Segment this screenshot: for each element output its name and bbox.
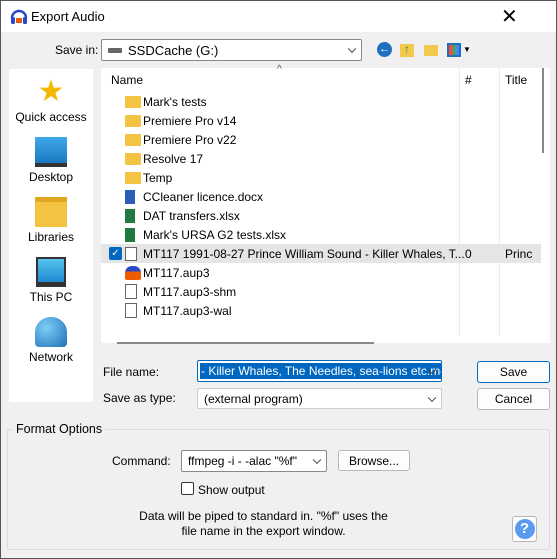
file-row[interactable]: Premiere Pro v22 — [101, 130, 541, 149]
save-in-dropdown[interactable]: SSDCache (G:) — [101, 39, 362, 61]
file-list[interactable]: ^ Name # Title Mark's tests Premiere Pro … — [101, 64, 550, 343]
file-name: Mark's tests — [143, 94, 207, 109]
desktop-icon — [35, 137, 67, 167]
column-header-track[interactable]: # — [465, 73, 472, 87]
audacity-file-icon — [125, 266, 141, 280]
file-icon — [125, 303, 137, 318]
media-file-icon — [125, 247, 137, 261]
info-line-2: file name in the export window. — [181, 524, 346, 538]
file-name: Temp — [143, 170, 173, 185]
show-output-label[interactable]: Show output — [198, 483, 265, 497]
command-value: ffmpeg -i - -alac "%f" — [188, 454, 297, 468]
command-dropdown[interactable]: ffmpeg -i - -alac "%f" — [181, 450, 327, 472]
file-name: Mark's URSA G2 tests.xlsx — [143, 227, 286, 242]
browse-button[interactable]: Browse... — [338, 450, 410, 471]
word-doc-icon — [125, 190, 135, 204]
place-network[interactable]: Network — [9, 317, 93, 364]
save-in-value: SSDCache (G:) — [128, 42, 219, 58]
cancel-button[interactable]: Cancel — [477, 388, 550, 410]
file-icon — [125, 284, 137, 299]
file-name: Premiere Pro v22 — [143, 132, 237, 147]
format-options-legend: Format Options — [13, 422, 106, 436]
file-name-input[interactable]: - Killer Whales, The Needles, sea-lions … — [197, 360, 442, 382]
file-name-label: File name: — [103, 365, 160, 379]
drive-icon — [108, 47, 122, 53]
show-output-checkbox[interactable] — [181, 482, 194, 495]
save-button[interactable]: Save — [477, 361, 550, 383]
file-name: Resolve 17 — [143, 151, 204, 166]
file-title: Princ — [505, 246, 533, 261]
horizontal-scrollbar[interactable] — [117, 342, 374, 344]
place-label: Desktop — [28, 170, 74, 184]
file-row[interactable]: DAT transfers.xlsx — [101, 206, 541, 225]
place-label: Network — [28, 350, 73, 364]
new-folder-icon[interactable] — [424, 45, 438, 56]
save-type-label: Save as type: — [103, 391, 176, 405]
file-track: 0 — [465, 246, 472, 261]
command-label: Command: — [112, 454, 171, 468]
caret-down-icon[interactable]: ▼ — [463, 45, 471, 54]
folder-icon — [125, 134, 141, 146]
column-header-title[interactable]: Title — [505, 73, 527, 87]
libraries-icon — [35, 197, 67, 227]
back-icon[interactable]: ← — [377, 42, 392, 57]
place-desktop[interactable]: Desktop — [9, 137, 93, 184]
file-row[interactable]: ✓ MT117 1991-08-27 Prince William Sound -… — [101, 244, 541, 263]
file-row[interactable]: Mark's tests — [101, 92, 541, 111]
file-name: MT117 1991-08-27 Prince William Sound - … — [143, 246, 465, 261]
save-in-label: Save in: — [55, 43, 99, 57]
file-name: MT117.aup3-wal — [143, 303, 232, 318]
file-row[interactable]: Temp — [101, 168, 541, 187]
chevron-down-icon — [427, 393, 437, 402]
window-title: Export Audio — [31, 9, 105, 24]
folder-icon — [125, 153, 141, 165]
place-label: Quick access — [15, 110, 87, 124]
chevron-down-icon — [312, 455, 322, 465]
pc-icon — [36, 257, 66, 287]
file-row[interactable]: Premiere Pro v14 — [101, 111, 541, 130]
export-audio-dialog: Export Audio ✕ Save in: SSDCache (G:) ← … — [0, 0, 557, 559]
file-row[interactable]: MT117.aup3-shm — [101, 282, 541, 301]
sort-ascending-icon: ^ — [277, 64, 282, 75]
chevron-down-icon — [347, 44, 357, 54]
file-row[interactable]: Mark's URSA G2 tests.xlsx — [101, 225, 541, 244]
file-name: CCleaner licence.docx — [143, 189, 264, 204]
close-icon[interactable]: ✕ — [501, 4, 518, 29]
save-type-value: (external program) — [204, 391, 303, 406]
audacity-logo-icon — [10, 9, 28, 24]
file-name: DAT transfers.xlsx — [143, 208, 240, 223]
vertical-scrollbar[interactable] — [542, 68, 544, 153]
file-name: MT117.aup3 — [143, 265, 210, 280]
title-bar: Export Audio ✕ — [1, 1, 556, 32]
place-quick-access[interactable]: ★ Quick access — [9, 75, 93, 125]
file-row[interactable]: MT117.aup3 — [101, 263, 541, 282]
row-checkbox[interactable]: ✓ — [109, 247, 122, 260]
place-this-pc[interactable]: This PC — [9, 257, 93, 304]
help-button[interactable]: ? — [512, 516, 537, 542]
excel-icon — [125, 228, 135, 242]
folder-icon — [125, 172, 141, 184]
file-row[interactable]: Resolve 17 — [101, 149, 541, 168]
column-header-name[interactable]: Name — [111, 73, 143, 87]
save-type-dropdown[interactable]: (external program) — [197, 388, 442, 409]
info-line-1: Data will be piped to standard in. "%f" … — [139, 509, 388, 523]
place-label: Libraries — [27, 230, 75, 244]
star-icon: ★ — [37, 75, 65, 108]
help-icon: ? — [514, 519, 535, 539]
folder-icon — [125, 115, 141, 127]
places-bar: ★ Quick access Desktop Libraries This PC … — [9, 69, 93, 402]
up-folder-icon[interactable]: ↑ — [400, 43, 414, 57]
excel-icon — [125, 209, 135, 223]
file-row[interactable]: MT117.aup3-wal — [101, 301, 541, 320]
file-name-value: - Killer Whales, The Needles, sea-lions … — [200, 363, 441, 379]
folder-icon — [125, 96, 141, 108]
place-label: This PC — [29, 290, 73, 304]
network-icon — [35, 317, 67, 347]
info-text: Data will be piped to standard in. "%f" … — [101, 509, 426, 539]
file-name: MT117.aup3-shm — [143, 284, 237, 299]
view-menu-icon[interactable] — [447, 43, 461, 57]
file-name: Premiere Pro v14 — [143, 113, 237, 128]
place-libraries[interactable]: Libraries — [9, 197, 93, 244]
file-row[interactable]: CCleaner licence.docx — [101, 187, 541, 206]
